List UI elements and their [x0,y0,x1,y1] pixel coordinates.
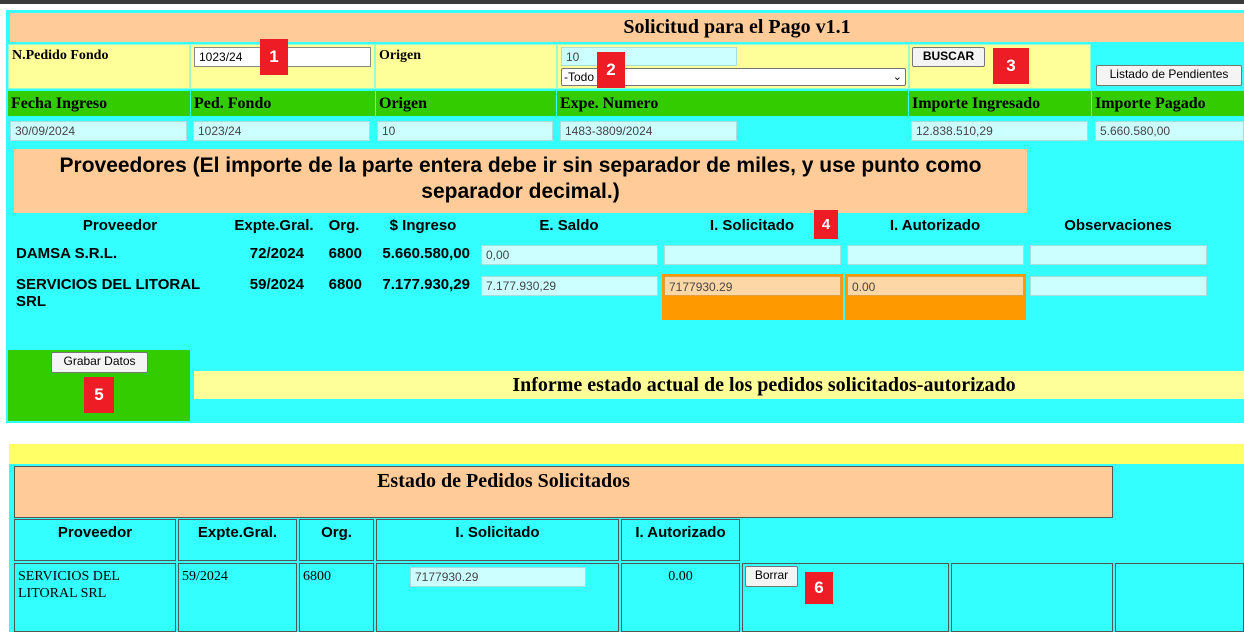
row1-solicitado-field[interactable] [664,245,841,265]
row2-autorizado-field[interactable]: 0.00 [847,276,1024,296]
row2-proveedor: SERVICIOS DEL LITORAL SRL [16,276,200,310]
marker-6: 6 [805,572,833,604]
estado-col-solicitado: I. Solicitado [376,519,619,561]
listado-pendientes-button[interactable]: Listado de Pendientes [1096,65,1242,86]
marker-4: 4 [814,210,838,239]
row2-expte: 59/2024 [249,276,304,293]
borrar-button[interactable]: Borrar [745,566,798,587]
buscar-button[interactable]: BUSCAR [912,47,985,67]
estado-row-extra-cell-1 [951,563,1113,632]
estado-col-autorizado: I. Autorizado [621,519,740,561]
origen-code-field[interactable]: 10 [561,47,737,66]
origen-field[interactable]: 10 [377,121,553,141]
marker-1: 1 [260,39,288,75]
marker-2: 2 [597,52,625,88]
estado-row-org: 6800 [299,563,374,632]
marker-5: 5 [84,377,114,413]
row2-observaciones-field[interactable] [1030,276,1207,296]
col-proveedor: Proveedor [82,217,158,234]
row1-saldo-field[interactable]: 0,00 [481,245,658,265]
estado-row-extra-cell-2 [1115,563,1244,632]
window-top-border [0,0,1244,4]
estado-row-autorizado: 0.00 [621,563,740,632]
estado-col-expte: Expte.Gral. [178,519,297,561]
row2-solicitado-field[interactable]: 7177930.29 [664,276,841,296]
pedido-fondo-label: N.Pedido Fondo [8,44,190,89]
row2-saldo-field[interactable]: 7.177.930,29 [481,276,658,296]
row2-org: 6800 [328,276,362,293]
row1-org: 6800 [328,245,362,262]
fecha-ingreso-field[interactable]: 30/09/2024 [10,121,187,141]
row1-expte: 72/2024 [249,245,304,262]
expe-numero-field[interactable]: 1483-3809/2024 [560,121,737,141]
header-fecha-ingreso: Fecha Ingreso [8,91,190,116]
origen-select-value: -Todo [564,70,595,84]
estado-top-strip [9,444,1244,464]
col-org: Org. [328,217,360,234]
grabar-datos-button[interactable]: Grabar Datos [51,352,148,373]
estado-col-org: Org. [299,519,374,561]
proveedores-heading: Proveedores (El importe de la parte ente… [14,149,1027,213]
col-observaciones: Observaciones [1064,217,1172,234]
row2-ingreso: 7.177.930,29 [382,276,470,293]
importe-pagado-field[interactable]: 5.660.580,00 [1095,121,1244,141]
estado-row-expte: 59/2024 [178,563,297,632]
estado-title: Estado de Pedidos Solicitados [14,466,1113,518]
header-expe-numero: Expe. Numero [557,91,908,116]
estado-row-solicitado-field[interactable]: 7177930.29 [410,567,586,587]
marker-3: 3 [993,48,1029,84]
informe-title: Informe estado actual de los pedidos sol… [194,371,1244,399]
col-ingreso: $ Ingreso [389,217,457,234]
header-origen: Origen [376,91,556,116]
estado-row-proveedor: SERVICIOS DEL LITORAL SRL [14,563,176,632]
ped-fondo-field[interactable]: 1023/24 [193,121,370,141]
header-importe-pagado: Importe Pagado [1092,91,1244,116]
row1-observaciones-field[interactable] [1030,245,1207,265]
col-i-autorizado: I. Autorizado [889,217,981,234]
col-e-saldo: E. Saldo [539,217,599,234]
estado-col-proveedor: Proveedor [14,519,176,561]
row1-ingreso: 5.660.580,00 [382,245,470,262]
chevron-down-icon: ⌄ [892,71,902,83]
form-title: Solicitud para el Pago v1.1 [10,13,1244,42]
importe-ingresado-field[interactable]: 12.838.510,29 [911,121,1088,141]
origen-label: Origen [375,44,557,89]
header-ped-fondo: Ped. Fondo [191,91,375,116]
header-importe-ingresado: Importe Ingresado [909,91,1091,116]
row1-proveedor: DAMSA S.R.L. [16,245,118,262]
col-expte-gral: Expte.Gral. [234,217,314,234]
row1-autorizado-field[interactable] [847,245,1024,265]
